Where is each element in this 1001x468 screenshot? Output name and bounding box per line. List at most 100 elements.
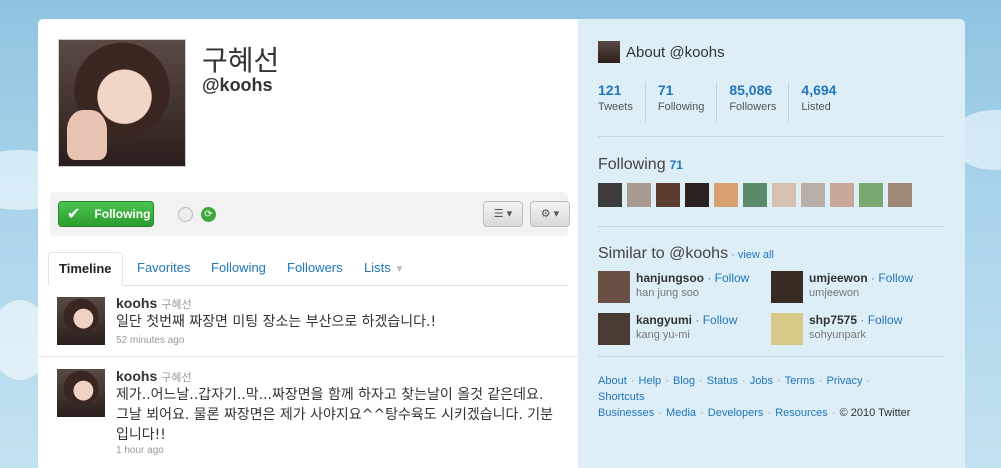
- settings-menu-button[interactable]: ⚙ ▾: [530, 201, 570, 227]
- tweet-avatar[interactable]: [57, 369, 105, 417]
- follow-separator: ·: [857, 313, 868, 327]
- profile-avatar[interactable]: [58, 39, 186, 167]
- follow-link[interactable]: Follow: [703, 313, 738, 327]
- tweet[interactable]: koohs 구혜선 제가..어느날..갑자기..막...짜장면을 함께 하자고 찾…: [38, 357, 578, 468]
- about-header: About @koohs: [598, 41, 725, 63]
- footer-separator: ·: [773, 375, 784, 387]
- similar-section-title: Similar to @koohs · view all: [598, 245, 774, 263]
- following-thumbnails: [598, 183, 912, 207]
- stat-label: Tweets: [598, 101, 633, 113]
- following-avatar[interactable]: [888, 183, 912, 207]
- similar-realname: han jung soo: [636, 287, 699, 299]
- following-title: Following: [598, 156, 666, 173]
- list-menu-button[interactable]: ☰ ▾: [483, 201, 523, 227]
- following-avatar[interactable]: [685, 183, 709, 207]
- stat-label: Following: [657, 101, 705, 113]
- following-count[interactable]: 71: [670, 158, 683, 172]
- footer-link-businesses[interactable]: Businesses: [598, 407, 654, 419]
- tweet-timestamp[interactable]: 52 minutes ago: [116, 335, 184, 346]
- tweet-avatar[interactable]: [57, 297, 105, 345]
- following-avatar[interactable]: [598, 183, 622, 207]
- following-avatar[interactable]: [830, 183, 854, 207]
- similar-user-avatar[interactable]: [598, 313, 630, 345]
- tab-lists[interactable]: Lists ▼: [354, 252, 414, 286]
- following-avatar[interactable]: [801, 183, 825, 207]
- tab-favorites[interactable]: Favorites: [127, 252, 200, 286]
- tweet[interactable]: koohs 구혜선 일단 첫번째 짜장면 미팅 장소는 부산으로 하겠습니다.! …: [38, 287, 578, 357]
- tweet-username-text[interactable]: koohs: [116, 295, 157, 311]
- stat-listed[interactable]: 4,694 Listed: [801, 82, 848, 122]
- similar-username[interactable]: kangyumi: [636, 313, 692, 327]
- stat-value: 4,694: [801, 82, 837, 98]
- footer-link-developers[interactable]: Developers: [708, 407, 764, 419]
- tweet-text: 일단 첫번째 짜장면 미팅 장소는 부산으로 하겠습니다.!: [116, 314, 437, 330]
- stat-label: Listed: [801, 101, 831, 113]
- footer-link-about[interactable]: About: [598, 375, 627, 387]
- profile-action-bar: ✔ Following ⟳ ☰ ▾ ⚙ ▾: [50, 192, 570, 236]
- tab-timeline[interactable]: Timeline: [48, 252, 123, 286]
- about-title: About @koohs: [626, 43, 725, 61]
- profile-main-panel: 구혜선 @koohs ✔ Following ⟳ ☰ ▾ ⚙ ▾ Timelin…: [38, 19, 578, 468]
- follow-separator: ·: [692, 313, 703, 327]
- follow-link[interactable]: Follow: [878, 271, 913, 285]
- following-button[interactable]: ✔ Following: [58, 201, 154, 227]
- similar-user-name: shp7575 · Follow: [809, 313, 902, 327]
- tweet-username[interactable]: koohs 구혜선: [116, 368, 192, 385]
- divider: [598, 226, 945, 227]
- footer-separator: ·: [764, 407, 775, 419]
- similar-user: umjeewon · Follow umjeewon: [771, 271, 941, 307]
- tweet-realname: 구혜선: [161, 372, 192, 384]
- stat-tweets[interactable]: 121 Tweets: [598, 82, 646, 122]
- footer-link-media[interactable]: Media: [666, 407, 696, 419]
- stat-value: 71: [657, 82, 674, 98]
- following-section-title: Following 71: [598, 156, 683, 174]
- footer-separator: ·: [863, 375, 871, 387]
- footer-link-shortcuts[interactable]: Shortcuts: [598, 391, 644, 403]
- following-avatar[interactable]: [656, 183, 680, 207]
- footer-separator: ·: [828, 407, 839, 419]
- tab-following[interactable]: Following: [201, 252, 276, 286]
- following-avatar[interactable]: [714, 183, 738, 207]
- footer-link-status[interactable]: Status: [707, 375, 738, 387]
- view-all-separator: ·: [728, 249, 738, 261]
- similar-username[interactable]: hanjungsoo: [636, 271, 704, 285]
- stat-value: 121: [598, 82, 622, 98]
- footer-separator: ·: [695, 375, 706, 387]
- footer-link-terms[interactable]: Terms: [785, 375, 815, 387]
- similar-user-avatar[interactable]: [771, 271, 803, 303]
- footer-link-blog[interactable]: Blog: [673, 375, 695, 387]
- tab-followers[interactable]: Followers: [277, 252, 353, 286]
- profile-handle: @koohs: [202, 75, 273, 95]
- stat-followers[interactable]: 85,086 Followers: [729, 82, 790, 122]
- following-avatar[interactable]: [859, 183, 883, 207]
- follow-link[interactable]: Follow: [868, 313, 903, 327]
- view-all-link[interactable]: view all: [738, 249, 774, 261]
- footer-link-help[interactable]: Help: [639, 375, 662, 387]
- follow-link[interactable]: Follow: [715, 271, 750, 285]
- following-avatar[interactable]: [772, 183, 796, 207]
- follow-separator: ·: [867, 271, 879, 285]
- footer-link-privacy[interactable]: Privacy: [826, 375, 862, 387]
- profile-stats: 121 Tweets 71 Following 85,086 Followers…: [598, 82, 860, 122]
- tweet-timestamp[interactable]: 1 hour ago: [116, 445, 164, 456]
- similar-user-avatar[interactable]: [771, 313, 803, 345]
- tweet-username-text[interactable]: koohs: [116, 368, 157, 384]
- footer-separator: ·: [655, 407, 666, 419]
- similar-user-name: kangyumi · Follow: [636, 313, 737, 327]
- retweets-toggle-icon[interactable]: ⟳: [201, 207, 216, 222]
- similar-username[interactable]: shp7575: [809, 313, 857, 327]
- mini-avatar: [598, 41, 620, 63]
- footer-link-resources[interactable]: Resources: [775, 407, 828, 419]
- footer-link-jobs[interactable]: Jobs: [750, 375, 773, 387]
- similar-user-avatar[interactable]: [598, 271, 630, 303]
- similar-user: shp7575 · Follow sohyunpark: [771, 313, 941, 349]
- similar-user: kangyumi · Follow kang yu-mi: [598, 313, 768, 349]
- following-avatar[interactable]: [627, 183, 651, 207]
- stat-following[interactable]: 71 Following: [657, 82, 718, 122]
- similar-username[interactable]: umjeewon: [809, 271, 868, 285]
- device-notifications-icon[interactable]: [178, 207, 193, 222]
- copyright: © 2010 Twitter: [839, 407, 911, 419]
- similar-realname: kang yu-mi: [636, 329, 690, 341]
- following-avatar[interactable]: [743, 183, 767, 207]
- tweet-username[interactable]: koohs 구혜선: [116, 295, 192, 312]
